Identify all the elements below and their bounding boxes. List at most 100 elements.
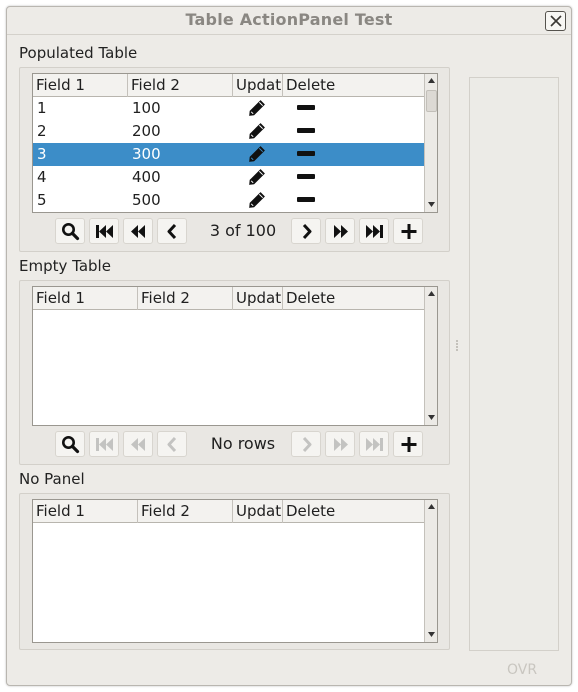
update-button[interactable] — [246, 166, 266, 189]
pager-status: 3 of 100 — [209, 221, 277, 240]
first-page-icon — [96, 225, 113, 238]
splitter-handle[interactable] — [455, 339, 459, 355]
search-button[interactable] — [55, 431, 85, 457]
column-header-field2[interactable]: Field 2 — [138, 287, 233, 310]
table-row[interactable]: 1 100 — [33, 97, 424, 120]
column-header-delete[interactable]: Delete — [283, 500, 424, 523]
no-panel-table[interactable]: Field 1 Field 2 Updat Delete — [32, 499, 438, 643]
populated-table-label: Populated Table — [19, 44, 138, 62]
cell-field1: 5 — [37, 191, 47, 209]
pencil-icon — [249, 169, 265, 185]
scroll-down-button[interactable] — [425, 198, 437, 212]
table-row[interactable]: 4 400 — [33, 166, 424, 189]
previous-button[interactable] — [157, 431, 187, 457]
scroll-up-button[interactable] — [425, 74, 437, 88]
scrollbar-thumb[interactable] — [426, 90, 437, 112]
window-title: Table ActionPanel Test — [185, 10, 393, 29]
column-header-update[interactable]: Updat — [233, 74, 283, 97]
column-header-field2[interactable]: Field 2 — [138, 500, 233, 523]
first-page-icon — [96, 438, 113, 451]
minus-icon — [297, 151, 315, 156]
next-page-button[interactable] — [325, 431, 355, 457]
next-page-icon — [334, 438, 348, 451]
title-bar[interactable]: Table ActionPanel Test — [7, 7, 571, 35]
column-header-update[interactable]: Updat — [233, 500, 283, 523]
first-page-button[interactable] — [89, 218, 119, 244]
column-header-delete[interactable]: Delete — [283, 74, 424, 97]
update-button[interactable] — [246, 143, 266, 166]
table-body — [33, 523, 424, 642]
minus-icon — [297, 174, 315, 179]
arrow-up-icon — [428, 291, 435, 296]
previous-page-button[interactable] — [123, 218, 153, 244]
last-page-icon — [366, 225, 383, 238]
next-button[interactable] — [291, 218, 321, 244]
delete-button[interactable] — [295, 143, 319, 166]
search-icon — [62, 223, 80, 241]
delete-button[interactable] — [295, 120, 319, 143]
populated-table[interactable]: Field 1 Field 2 Updat Delete 1 100 2 200 — [32, 73, 438, 213]
previous-page-icon — [131, 225, 145, 238]
column-header-field1[interactable]: Field 1 — [33, 500, 138, 523]
scroll-down-button[interactable] — [425, 411, 437, 425]
delete-button[interactable] — [295, 97, 319, 120]
main-window: Table ActionPanel Test Populated Table F… — [6, 6, 572, 686]
table-header: Field 1 Field 2 Updat Delete — [33, 74, 424, 97]
column-header-field2[interactable]: Field 2 — [128, 74, 233, 97]
next-icon — [302, 436, 312, 453]
column-header-delete[interactable]: Delete — [283, 287, 424, 310]
vertical-scrollbar[interactable] — [424, 500, 437, 642]
cell-field2: 300 — [132, 145, 161, 163]
empty-table[interactable]: Field 1 Field 2 Updat Delete — [32, 286, 438, 426]
update-button[interactable] — [246, 120, 266, 143]
last-page-button[interactable] — [359, 431, 389, 457]
search-icon — [62, 436, 80, 454]
first-page-button[interactable] — [89, 431, 119, 457]
no-panel-group: Field 1 Field 2 Updat Delete — [19, 493, 450, 650]
previous-page-button[interactable] — [123, 431, 153, 457]
column-header-field1[interactable]: Field 1 — [33, 74, 128, 97]
arrow-up-icon — [428, 504, 435, 509]
cell-field2: 400 — [132, 168, 161, 186]
minus-icon — [297, 128, 315, 133]
arrow-up-icon — [428, 78, 435, 83]
add-button[interactable] — [393, 218, 423, 244]
empty-table-label: Empty Table — [19, 257, 111, 275]
populated-table-group: Field 1 Field 2 Updat Delete 1 100 2 200 — [19, 67, 450, 252]
pager-status: No rows — [210, 434, 276, 453]
minus-icon — [297, 197, 315, 202]
next-page-button[interactable] — [325, 218, 355, 244]
previous-button[interactable] — [157, 218, 187, 244]
update-button[interactable] — [246, 189, 266, 212]
column-header-update[interactable]: Updat — [233, 287, 283, 310]
action-panel: 3 of 100 — [55, 218, 430, 244]
add-icon — [401, 437, 417, 452]
scroll-up-button[interactable] — [425, 287, 437, 301]
delete-button[interactable] — [295, 189, 319, 212]
table-row[interactable]: 5 500 — [33, 189, 424, 212]
next-button[interactable] — [291, 431, 321, 457]
action-panel: No rows — [55, 431, 430, 457]
add-button[interactable] — [393, 431, 423, 457]
scroll-up-button[interactable] — [425, 500, 437, 514]
update-button[interactable] — [246, 97, 266, 120]
no-panel-label: No Panel — [19, 470, 85, 488]
overwrite-mode-indicator: OVR — [507, 662, 538, 678]
vertical-scrollbar[interactable] — [424, 74, 437, 212]
column-header-field1[interactable]: Field 1 — [33, 287, 138, 310]
next-icon — [302, 223, 312, 240]
previous-icon — [167, 436, 177, 453]
search-button[interactable] — [55, 218, 85, 244]
table-row-selected[interactable]: 3 300 — [33, 143, 424, 166]
close-button[interactable] — [545, 11, 566, 31]
cell-field2: 500 — [132, 191, 161, 209]
table-body: 1 100 2 200 3 300 4 400 5 500 — [33, 97, 424, 212]
last-page-button[interactable] — [359, 218, 389, 244]
delete-button[interactable] — [295, 166, 319, 189]
scroll-down-button[interactable] — [425, 628, 437, 642]
table-body — [33, 310, 424, 425]
cell-field1: 1 — [37, 99, 47, 117]
cell-field1: 3 — [37, 145, 47, 163]
vertical-scrollbar[interactable] — [424, 287, 437, 425]
table-row[interactable]: 2 200 — [33, 120, 424, 143]
